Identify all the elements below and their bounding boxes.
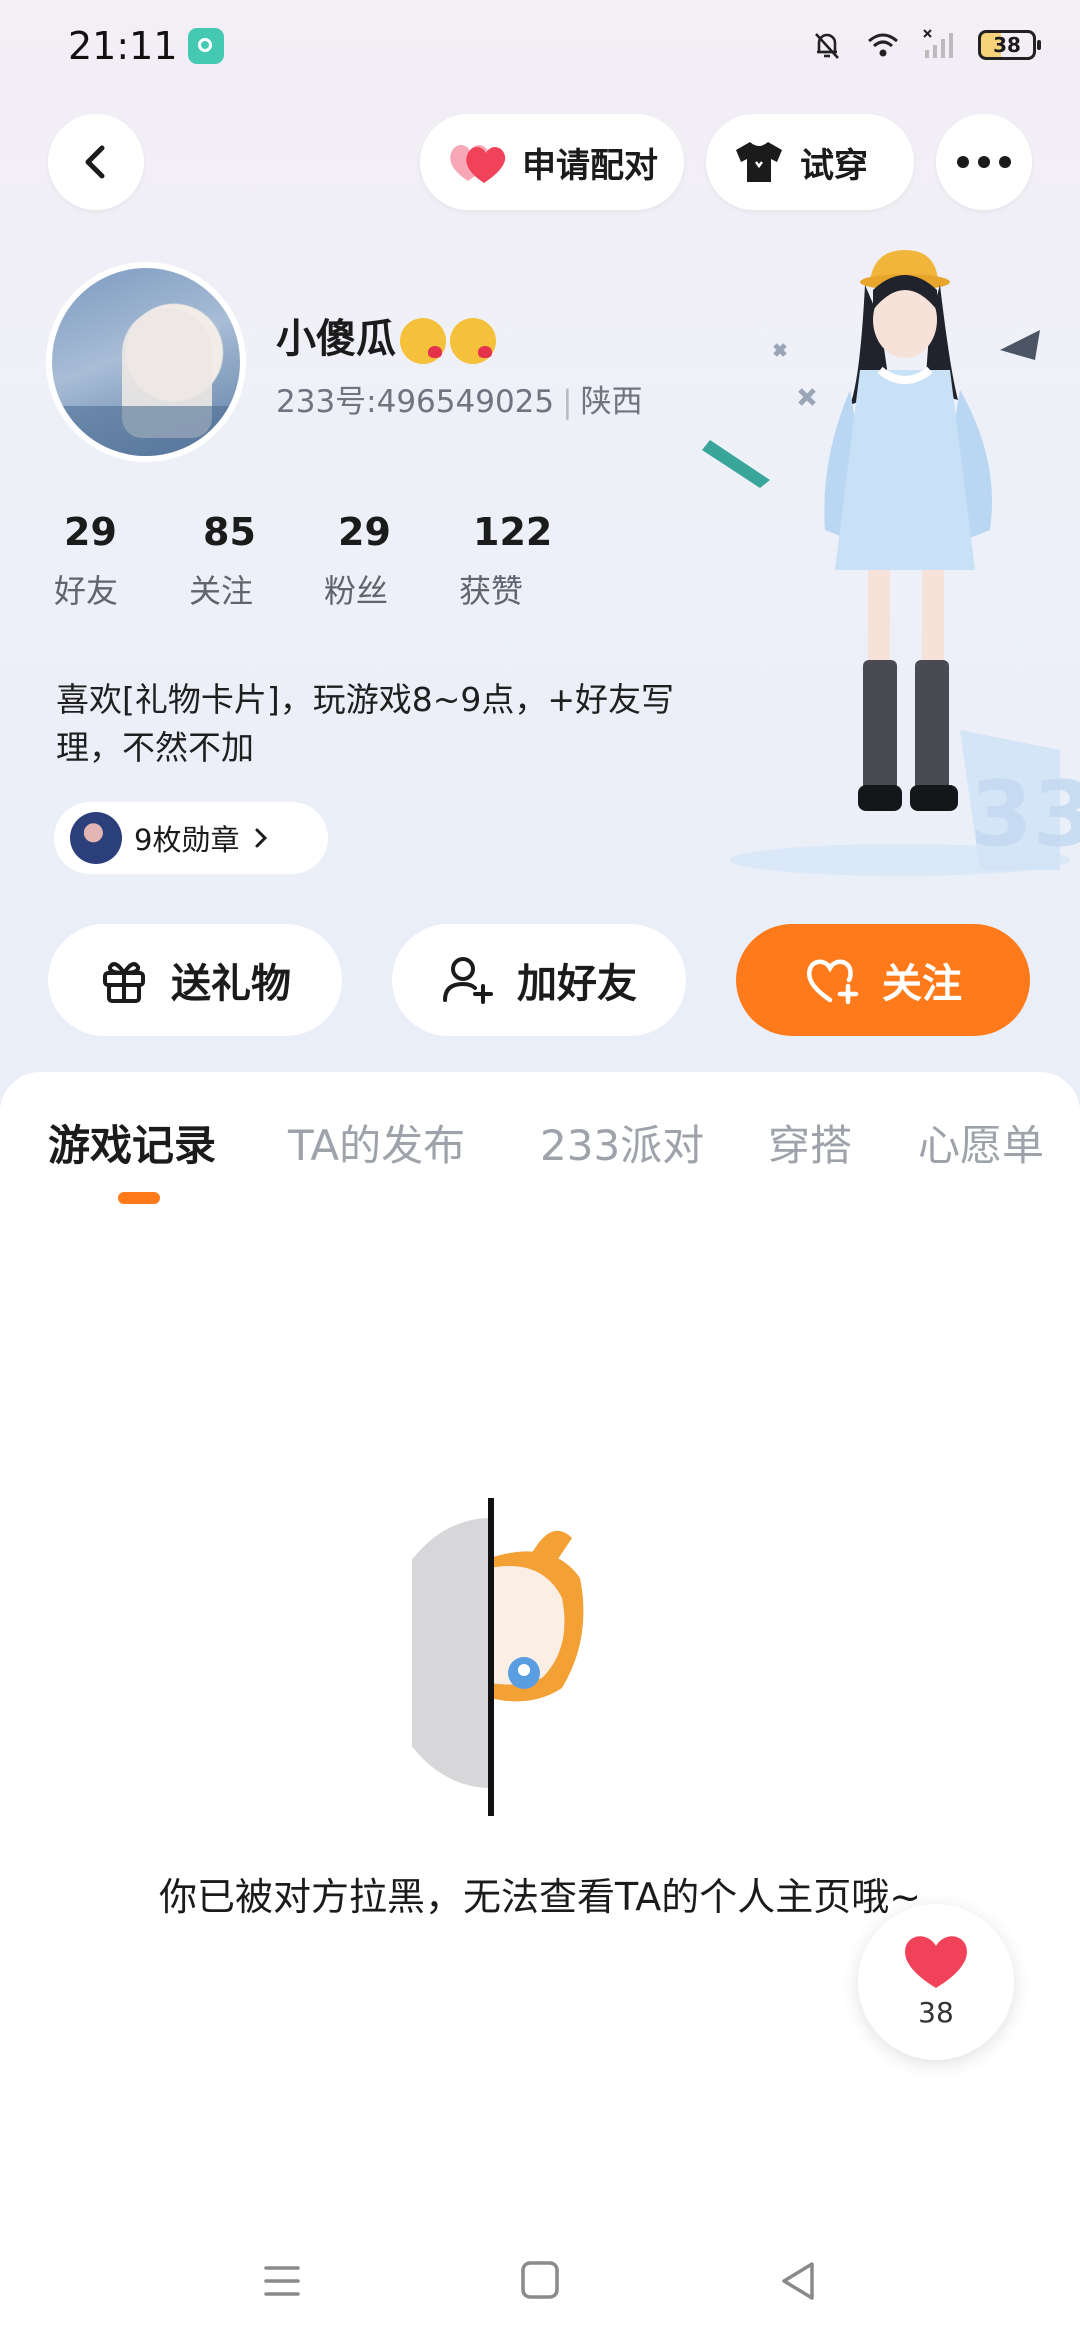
try-on-label: 试穿 (800, 145, 868, 186)
divider: | (562, 384, 573, 420)
tab-game-records[interactable]: 游戏记录 (48, 1112, 216, 1173)
bio-line: 理，不然不加 (56, 728, 254, 767)
chevron-right-icon (255, 828, 268, 848)
medals-button[interactable]: 9枚勋章 (54, 802, 328, 874)
svg-text:33: 33 (970, 762, 1080, 867)
follow-label: 关注 (882, 961, 962, 1007)
send-gift-button[interactable]: 送礼物 (48, 924, 342, 1036)
mute-bell-icon (815, 33, 839, 59)
kiss-emoji-icon (400, 318, 446, 364)
stat-likes[interactable]: 122 获赞 (453, 510, 588, 612)
back-triangle-icon[interactable] (768, 2256, 828, 2306)
tab-ta-posts[interactable]: TA的发布 (288, 1112, 465, 1173)
like-count: 38 (918, 1996, 954, 2029)
region: 陕西 (580, 384, 643, 420)
follow-button[interactable]: 关注 (736, 924, 1030, 1036)
system-nav-bar (0, 2220, 1080, 2340)
status-time: 21:11 (68, 24, 178, 68)
battery-level: 38 (993, 33, 1021, 57)
stat-label: 关注 (189, 572, 254, 610)
blocked-illustration (412, 1498, 584, 1816)
try-on-button[interactable]: 试穿 (706, 114, 914, 210)
add-friend-label: 加好友 (517, 961, 637, 1007)
gift-icon (103, 962, 145, 1003)
like-button[interactable]: 38 (858, 1904, 1014, 2060)
tab-wishlist[interactable]: 心愿单 (918, 1112, 1044, 1173)
home-icon[interactable] (510, 2256, 570, 2306)
medal-icon (70, 812, 122, 864)
wifi-icon (868, 33, 898, 57)
user-id-line: 233号:496549025 | 陕西 (276, 376, 643, 421)
avatar-3d-figure: 33 (702, 250, 1080, 876)
nickname: 小傻瓜 (276, 306, 496, 364)
signal-icon (923, 29, 953, 58)
profile-stats: 29 好友 85 关注 29 粉丝 122 获赞 (48, 510, 588, 612)
request-match-button[interactable]: 申请配对 (420, 114, 684, 210)
back-button[interactable] (48, 114, 144, 210)
add-friend-button[interactable]: 加好友 (392, 924, 686, 1036)
status-icons: 38 (810, 28, 1041, 62)
heart-plus-icon (807, 959, 859, 1005)
send-gift-label: 送礼物 (171, 961, 291, 1007)
battery-icon: 38 (978, 30, 1041, 60)
stat-label: 好友 (54, 572, 119, 610)
bio-line: 喜欢[礼物卡片]，玩游戏8~9点，+好友写 (56, 680, 675, 719)
app-notification-icon (188, 28, 224, 64)
request-match-label: 申请配对 (522, 145, 658, 186)
avatar[interactable] (46, 262, 246, 462)
more-button[interactable] (936, 114, 1032, 210)
user-id: 233号:496549025 (276, 384, 555, 420)
add-user-icon (443, 957, 493, 1004)
stat-value: 29 (338, 510, 391, 554)
tab-233-party[interactable]: 233派对 (540, 1112, 704, 1173)
tab-indicator (118, 1192, 160, 1204)
heart-icon (905, 1936, 967, 1988)
stat-friends[interactable]: 29 好友 (48, 510, 183, 612)
status-bar: 21:11 38 (0, 0, 1080, 96)
kiss-emoji-icon (450, 318, 496, 364)
profile-tabs: 游戏记录 TA的发布 233派对 穿搭 心愿单 (0, 1112, 1080, 1182)
stat-value: 122 (473, 510, 553, 554)
medals-label: 9枚勋章 (134, 823, 240, 857)
stat-value: 29 (64, 510, 117, 554)
menu-icon[interactable] (252, 2256, 312, 2306)
stat-following[interactable]: 85 关注 (183, 510, 318, 612)
tab-outfits[interactable]: 穿搭 (768, 1112, 852, 1173)
double-heart-icon (450, 145, 506, 183)
more-dots-icon (957, 156, 1011, 168)
stat-label: 粉丝 (324, 572, 389, 610)
nickname-text: 小傻瓜 (276, 316, 396, 362)
back-arrow-icon (85, 145, 105, 179)
stat-label: 获赞 (459, 572, 524, 610)
stat-value: 85 (203, 510, 256, 554)
bio: 喜欢[礼物卡片]，玩游戏8~9点，+好友写 理，不然不加 (56, 676, 716, 772)
tshirt-icon (736, 142, 782, 182)
stat-fans[interactable]: 29 粉丝 (318, 510, 453, 612)
